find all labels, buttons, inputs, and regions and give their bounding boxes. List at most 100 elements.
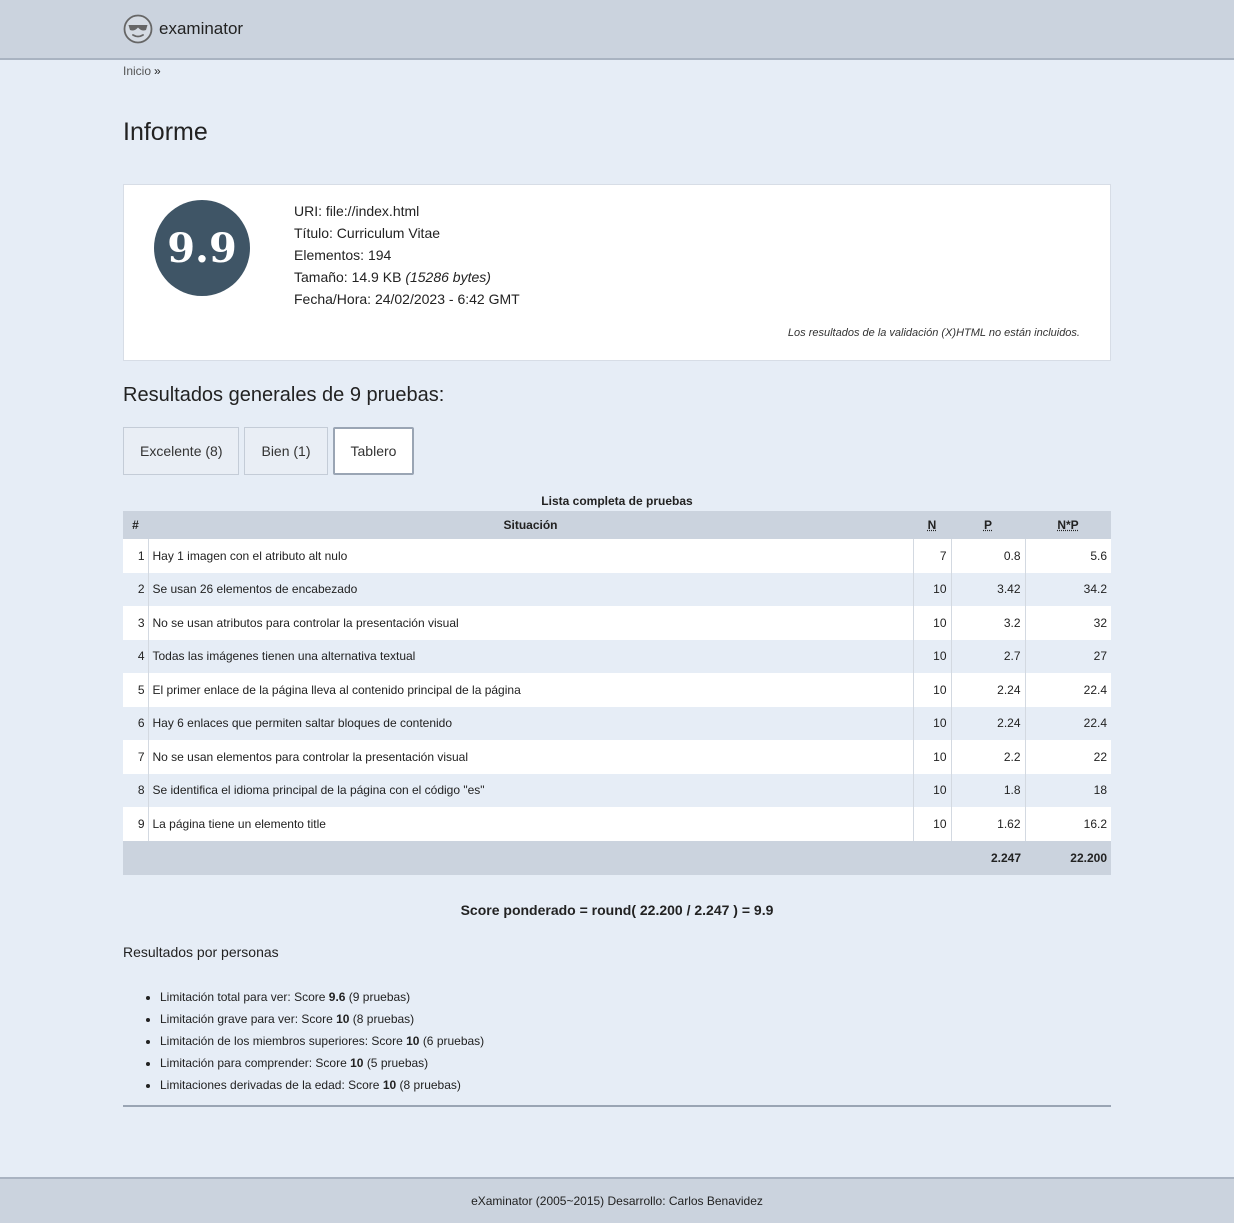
cell-p: 2.7 (950, 639, 1025, 673)
cell-p: 1.62 (950, 807, 1025, 841)
footer: eXaminator (2005~2015) Desarrollo: Carlo… (0, 1177, 1234, 1223)
cell-situation: Hay 1 imagen con el atributo alt nulo (147, 539, 913, 573)
header-situation: Situación (148, 511, 913, 539)
cell-n: 7 (912, 539, 951, 573)
persona-score: 10 (350, 1056, 364, 1070)
persona-score: 9.6 (328, 990, 346, 1004)
results-tabs: Excelente (8) Bien (1) Tablero (123, 427, 415, 475)
cell-np: 18 (1024, 773, 1111, 807)
persona-item: Limitación total para ver: Score 9.6 (9 … (160, 986, 484, 1008)
brand-name: examinator (159, 19, 244, 38)
table-row: 4 Todas las imágenes tienen una alternat… (123, 639, 1111, 673)
cell-num: 1 (123, 539, 148, 573)
tests-table: # Situación N P N*P 1 Hay 1 imagen con e… (123, 511, 1111, 875)
breadcrumb-separator: » (154, 64, 161, 78)
cell-situation: No se usan atributos para controlar la p… (147, 606, 913, 640)
size-row: Tamaño: 14.9 KB (15286 bytes) (294, 266, 520, 288)
tab-tablero[interactable]: Tablero (332, 427, 415, 475)
persona-score: 10 (406, 1034, 420, 1048)
cell-p: 2.24 (950, 706, 1025, 740)
page-title: Informe (123, 118, 208, 146)
cell-np: 32 (1024, 606, 1111, 640)
persona-item: Limitación para comprender: Score 10 (5 … (160, 1052, 484, 1074)
datetime-value: 24/02/2023 - 6:42 GMT (374, 291, 520, 307)
table-row: 9 La página tiene un elemento title 10 1… (123, 807, 1111, 841)
persona-item: Limitación grave para ver: Score 10 (8 p… (160, 1008, 484, 1030)
cell-situation: Se identifica el idioma principal de la … (147, 773, 913, 807)
cell-n: 10 (912, 673, 951, 707)
title-label: Título: (294, 225, 333, 241)
table-row: 2 Se usan 26 elementos de encabezado 10 … (123, 572, 1111, 606)
total-p: 2.247 (951, 840, 1025, 875)
breadcrumb-home-link[interactable]: Inicio (123, 64, 151, 78)
personas-title: Resultados por personas (123, 944, 279, 960)
cell-n: 10 (912, 773, 951, 807)
cell-p: 2.2 (950, 740, 1025, 774)
table-caption: Lista completa de pruebas (541, 494, 693, 508)
table-row: 5 El primer enlace de la página lleva al… (123, 673, 1111, 707)
table-row: 7 No se usan elementos para controlar la… (123, 740, 1111, 774)
validation-note: Los resultados de la validación (X)HTML … (787, 327, 1080, 339)
persona-score: 10 (382, 1078, 397, 1092)
persona-tests: (8 pruebas) (352, 1012, 415, 1026)
cell-n: 10 (912, 606, 951, 640)
header-n: N (913, 511, 951, 539)
cell-situation: El primer enlace de la página lleva al c… (147, 673, 913, 707)
persona-tests: (9 pruebas) (348, 990, 411, 1004)
totals-spacer (123, 840, 951, 875)
datetime-label: Fecha/Hora: (294, 291, 372, 307)
title-value: Curriculum Vitae (336, 225, 441, 241)
cell-np: 22.4 (1024, 706, 1111, 740)
cell-num: 4 (123, 639, 148, 673)
size-label: Tamaño: (294, 269, 348, 285)
size-bytes: (15286 bytes) (405, 269, 491, 285)
cell-num: 2 (123, 572, 148, 606)
cell-p: 3.2 (950, 606, 1025, 640)
cell-np: 22.4 (1024, 673, 1111, 707)
header-p: P (951, 511, 1025, 539)
persona-item: Limitaciones derivadas de la edad: Score… (160, 1074, 484, 1096)
cell-np: 34.2 (1024, 572, 1111, 606)
sunglasses-face-icon (123, 14, 153, 44)
cell-num: 3 (123, 606, 148, 640)
tab-bien[interactable]: Bien (1) (244, 427, 328, 475)
cell-num: 5 (123, 673, 148, 707)
persona-label: Limitación de los miembros superiores: S… (160, 1034, 403, 1048)
uri-label: URI: (294, 203, 322, 219)
cell-situation: La página tiene un elemento title (147, 807, 913, 841)
header-p-abbr: P (983, 518, 992, 532)
cell-p: 0.8 (950, 539, 1025, 573)
cell-n: 10 (912, 807, 951, 841)
persona-tests: (8 pruebas) (399, 1078, 461, 1092)
score-badge: 9.9 (154, 200, 250, 296)
footer-text: eXaminator (2005~2015) Desarrollo: Carlo… (471, 1194, 763, 1208)
cell-situation: Hay 6 enlaces que permiten saltar bloque… (147, 706, 913, 740)
results-title: Resultados generales de 9 pruebas: (123, 384, 445, 406)
summary-card: 9.9 URI: file://index.html Título: Curri… (123, 184, 1111, 361)
table-row: 6 Hay 6 enlaces que permiten saltar bloq… (123, 706, 1111, 740)
elements-value: 194 (367, 247, 392, 263)
table-totals-row: 2.247 22.200 (123, 840, 1111, 875)
tab-excelente[interactable]: Excelente (8) (123, 427, 240, 475)
persona-item: Limitación de los miembros superiores: S… (160, 1030, 484, 1052)
cell-num: 6 (123, 706, 148, 740)
table-row: 8 Se identifica el idioma principal de l… (123, 773, 1111, 807)
score-formula: Score ponderado = round( 22.200 / 2.247 … (460, 902, 774, 918)
table-row: 1 Hay 1 imagen con el atributo alt nulo … (123, 539, 1111, 573)
header-n-abbr: N (927, 518, 937, 532)
cell-np: 16.2 (1024, 807, 1111, 841)
breadcrumb: Inicio» (123, 64, 161, 78)
top-bar: examinator (0, 0, 1234, 60)
cell-np: 22 (1024, 740, 1111, 774)
persona-tests: (5 pruebas) (366, 1056, 429, 1070)
table-header-row: # Situación N P N*P (123, 511, 1111, 539)
total-np: 22.200 (1025, 840, 1111, 875)
header-np: N*P (1025, 511, 1111, 539)
cell-situation: Todas las imágenes tienen una alternativ… (147, 639, 913, 673)
cell-situation: Se usan 26 elementos de encabezado (147, 572, 913, 606)
elements-label: Elementos: (294, 247, 365, 263)
size-value: 14.9 KB (351, 269, 402, 285)
persona-label: Limitaciones derivadas de la edad: Score (160, 1078, 380, 1092)
cell-p: 2.24 (950, 673, 1025, 707)
brand-link[interactable]: examinator (123, 14, 243, 44)
